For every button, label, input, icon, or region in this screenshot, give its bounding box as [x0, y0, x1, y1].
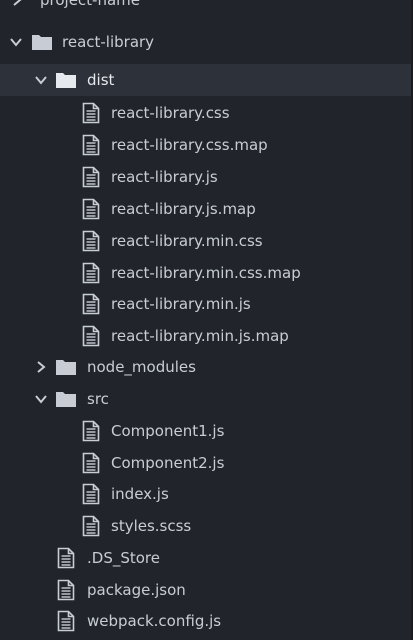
tree-row-root-file[interactable]: package.json — [0, 574, 413, 606]
tree-row-dist-file[interactable]: react-library.js — [0, 161, 413, 193]
tree-row-src-file[interactable]: index.js — [0, 478, 413, 510]
file-label: Component1.js — [111, 422, 225, 440]
folder-icon — [55, 357, 77, 377]
file-label: react-library.min.css — [111, 231, 263, 250]
folder-label-dist: dist — [87, 71, 115, 89]
file-label: webpack.config.js — [87, 612, 222, 630]
chevron-down-icon[interactable] — [34, 73, 48, 87]
tree-row-dist-file[interactable]: react-library.min.js.map — [0, 320, 413, 352]
chevron-down-icon[interactable] — [34, 392, 48, 406]
file-label: styles.scss — [111, 516, 192, 535]
file-text-icon — [57, 547, 79, 569]
file-tree: project-name react-library dist react-li… — [0, 0, 413, 640]
file-text-icon — [82, 166, 104, 188]
file-text-icon — [82, 134, 104, 156]
file-label: Component2.js — [111, 453, 225, 472]
chevron-down-icon[interactable] — [9, 35, 23, 49]
file-text-icon — [82, 515, 104, 536]
folder-icon — [55, 389, 77, 409]
tree-row-src[interactable]: src — [0, 383, 413, 415]
file-label: package.json — [87, 580, 186, 599]
file-label: .DS_Store — [87, 549, 160, 567]
folder-icon — [55, 70, 77, 90]
tree-row-src-file[interactable]: Component1.js — [0, 415, 413, 447]
tree-row-dist-file[interactable]: react-library.min.css.map — [0, 257, 413, 289]
file-label: react-library.js — [111, 167, 218, 186]
file-label: react-library.js.map — [111, 199, 256, 218]
file-text-icon — [57, 579, 79, 600]
tree-row-clipped[interactable]: project-name — [0, 0, 413, 16]
folder-label-src: src — [87, 390, 109, 408]
folder-icon — [31, 32, 53, 52]
file-label: react-library.min.js.map — [111, 327, 289, 346]
file-label: react-library.css.map — [111, 135, 268, 154]
tree-row-dist-file[interactable]: react-library.js.map — [0, 193, 413, 225]
file-text-icon — [82, 102, 104, 124]
file-text-icon — [57, 610, 79, 632]
file-text-icon — [82, 452, 104, 473]
tree-row-src-file[interactable]: styles.scss — [0, 510, 413, 542]
tree-row-src-file[interactable]: Component2.js — [0, 447, 413, 479]
file-text-icon — [82, 420, 104, 442]
chevron-right-icon[interactable] — [34, 360, 48, 374]
file-text-icon — [82, 293, 104, 315]
clipped-label: project-name — [40, 0, 141, 9]
chevron-right-icon[interactable] — [10, 0, 24, 7]
file-text-icon — [82, 483, 104, 505]
file-label: react-library.css — [111, 104, 230, 122]
file-text-icon — [82, 198, 104, 219]
tree-row-root[interactable]: react-library — [0, 26, 413, 58]
folder-label-node-modules: node_modules — [87, 358, 196, 376]
file-text-icon — [82, 262, 104, 283]
file-label: react-library.min.css.map — [111, 263, 301, 282]
tree-row-dist[interactable]: dist — [0, 64, 413, 96]
tree-row-dist-file[interactable]: react-library.min.css — [0, 225, 413, 257]
file-label: index.js — [111, 485, 169, 503]
tree-row-root-file[interactable]: .DS_Store — [0, 542, 413, 574]
tree-row-node-modules[interactable]: node_modules — [0, 351, 413, 383]
tree-row-dist-file[interactable]: react-library.min.js — [0, 288, 413, 320]
file-text-icon — [82, 325, 104, 347]
tree-row-dist-file[interactable]: react-library.css.map — [0, 129, 413, 161]
tree-row-root-file[interactable]: webpack.config.js — [0, 605, 413, 637]
folder-label-root: react-library — [62, 33, 155, 51]
tree-row-dist-file[interactable]: react-library.css — [0, 97, 413, 129]
file-text-icon — [82, 230, 104, 251]
file-label: react-library.min.js — [111, 295, 251, 314]
